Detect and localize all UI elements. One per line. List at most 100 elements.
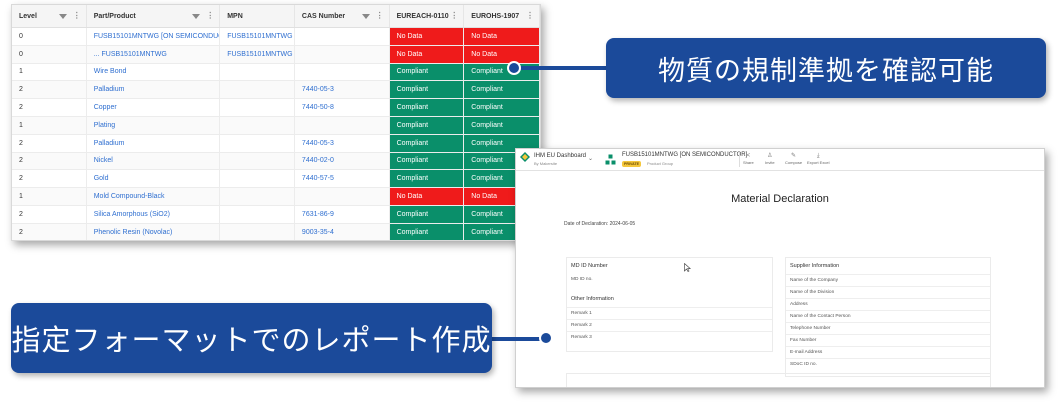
private-badge: PRIVATE [622,161,642,167]
supplier-field[interactable]: Name of the Company [786,274,990,286]
column-header-cas[interactable]: CAS Number ⋮ [295,5,390,27]
part-cell[interactable]: Wire Bond [87,63,221,81]
export-label: Export Excel [807,160,830,165]
share-icon: < [746,153,751,159]
mpn-cell[interactable] [220,223,295,240]
eureach-status-cell: No Data [389,28,465,45]
part-cell[interactable]: Nickel [87,152,221,170]
column-header-eurohs[interactable]: EUROHS-1907 ⋮ [464,5,540,27]
cas-cell[interactable]: 7440-02-0 [295,152,390,170]
table-row[interactable]: 2 Silica Amorphous (SiO2) 7631-86-9 Complia… [12,205,540,224]
part-cell[interactable]: ... FUSB15101MNTWG [87,45,221,63]
header-label: EUREACH-0110 [396,12,449,20]
part-cell[interactable]: Palladium [87,134,221,152]
supplier-panel: Supplier Information Name of the Company… [785,257,991,377]
header-label: Level [19,12,37,20]
mpn-cell[interactable]: FUSB15101MNTWG [220,28,295,45]
table-row[interactable]: 2 Gold 7440-57-5 Compliant Compliant [12,170,540,189]
more-icon[interactable]: ⋮ [450,12,458,20]
filter-icon[interactable] [192,13,201,19]
supplier-field[interactable]: Telephone Number [786,322,990,334]
supplier-field[interactable]: SDoC ID no. [786,358,990,370]
cas-cell[interactable] [295,28,390,45]
column-header-level[interactable]: Level ⋮ [12,5,87,27]
cas-cell[interactable]: 7440-05-3 [295,81,390,99]
table-row[interactable]: 0FUSB15101MNTWG [ON SEMICONDUCTOR]FUSB15… [12,28,540,46]
column-header-part[interactable]: Part/Product ⋮ [87,5,221,27]
part-cell[interactable]: Silica Amorphous (SiO2) [87,205,221,223]
table-row[interactable]: 2 Copper 7440-50-8 Compliant Compliant [12,99,540,117]
more-icon[interactable]: ⋮ [376,12,384,20]
eureach-status-cell: Compliant [389,99,465,116]
eureach-status-cell: No Data [389,45,465,63]
level-cell: 0 [12,28,87,45]
cas-cell[interactable] [295,45,390,63]
mpn-cell[interactable] [220,152,295,170]
mpn-cell[interactable] [220,134,295,152]
level-cell: 2 [12,170,87,188]
table-row[interactable]: 2 Nickel 7440-02-0 Compliant Compliant [12,152,540,171]
part-cell[interactable]: Copper [87,99,221,116]
part-cell[interactable]: Gold [87,170,221,188]
mpn-cell[interactable] [220,116,295,134]
table-row[interactable]: 2 Palladium 7440-05-3 Compliant Compliant [12,134,540,153]
md-id-field[interactable]: MD ID no. [567,274,772,285]
mpn-cell[interactable]: FUSB15101MNTWG [220,45,295,63]
document-title: Material Declaration [731,193,829,205]
mpn-cell[interactable] [220,81,295,99]
remark-field[interactable]: Remark 1 [567,307,772,319]
mpn-cell[interactable] [220,170,295,188]
filter-icon[interactable] [58,13,67,19]
more-icon[interactable]: ⋮ [526,12,534,20]
export-excel-button[interactable]: ⤓ Export Excel [807,152,829,165]
product-group-label: Product Group [647,161,674,166]
part-cell[interactable]: Mold Compound-Black [87,188,221,205]
pencil-icon: ✎ [791,153,797,159]
cas-cell[interactable]: 7440-05-3 [295,134,390,152]
more-icon[interactable]: ⋮ [73,12,81,20]
other-info-heading: Other Information [571,296,614,302]
filter-icon[interactable] [361,13,370,19]
table-row[interactable]: 0... FUSB15101MNTWG FUSB15101MNTWG No Data… [12,45,540,64]
eureach-status-cell: Compliant [389,116,465,134]
cas-cell[interactable]: 9003-35-4 [295,223,390,240]
share-button[interactable]: < Share [743,152,754,165]
cas-cell[interactable]: 7440-57-5 [295,170,390,188]
part-cell[interactable]: Plating [87,116,221,134]
callout-dot [539,331,553,345]
supplier-field[interactable]: Name of the Contact Person [786,310,990,322]
part-cell[interactable]: Palladium [87,81,221,99]
table-row[interactable]: 1 Plating Compliant Compliant [12,116,540,135]
cas-cell[interactable]: 7631-86-9 [295,205,390,223]
cas-cell[interactable] [295,188,390,205]
cas-cell[interactable] [295,116,390,134]
toolbar-divider [739,153,740,167]
column-header-mpn[interactable]: MPN [220,5,295,27]
cas-cell[interactable]: 7440-50-8 [295,99,390,116]
dashboard-title[interactable]: IHM EU Dashboard [534,153,586,159]
mpn-cell[interactable] [220,205,295,223]
more-icon[interactable]: ⋮ [206,12,214,20]
table-row[interactable]: 2 Phenolic Resin (Novolac) 9003-35-4 Compli… [12,223,540,240]
remark-field[interactable]: Remark 2 [567,319,772,331]
part-cell[interactable]: FUSB15101MNTWG [ON SEMICONDUCTOR] [87,28,221,45]
table-row[interactable]: 1 Wire Bond Compliant Compliant [12,63,540,82]
supplier-field[interactable]: Fax Number [786,334,990,346]
table-row[interactable]: 2 Palladium 7440-05-3 Compliant Compliant [12,81,540,100]
remark-field[interactable]: Remark 3 [567,331,772,343]
part-cell[interactable]: Phenolic Resin (Novolac) [87,223,221,240]
share-label: Share [743,160,754,165]
table-row[interactable]: 1 Mold Compound-Black No Data No Data [12,188,540,206]
mpn-cell[interactable] [220,188,295,205]
mpn-cell[interactable] [220,63,295,81]
supplier-field[interactable]: Address [786,298,990,310]
supplier-field[interactable]: Name of the Division [786,286,990,298]
chevron-down-icon[interactable]: ⌄ [588,155,593,162]
level-cell: 1 [12,63,87,81]
cas-cell[interactable] [295,63,390,81]
invite-button[interactable]: ♙ Invite [765,152,775,165]
mpn-cell[interactable] [220,99,295,116]
supplier-field[interactable]: E-mail Address [786,346,990,358]
column-header-eureach[interactable]: EUREACH-0110 ⋮ [390,5,465,27]
compose-button[interactable]: ✎ Compose [785,152,802,165]
